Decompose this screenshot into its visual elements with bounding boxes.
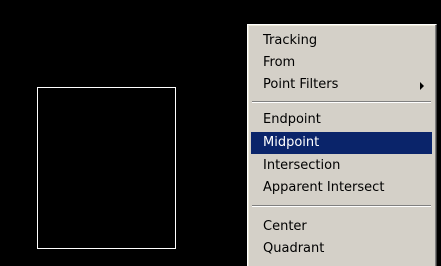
drawn-rectangle[interactable]: [37, 87, 176, 249]
menu-item-from[interactable]: From: [251, 52, 432, 74]
menu-item-apparent-intersect[interactable]: Apparent Intersect: [251, 177, 432, 199]
menu-item-point-filters[interactable]: Point Filters: [251, 74, 432, 96]
menu-item-intersection[interactable]: Intersection: [251, 155, 432, 177]
menu-item-midpoint[interactable]: Midpoint: [251, 132, 432, 154]
menu-item-tracking[interactable]: Tracking: [251, 30, 432, 52]
menu-separator: [252, 101, 431, 103]
submenu-arrow-icon: [420, 82, 424, 90]
osnap-context-menu: Tracking From Point Filters Endpoint Mid…: [247, 24, 437, 266]
menu-item-quadrant[interactable]: Quadrant: [251, 238, 432, 260]
menu-separator: [252, 205, 431, 207]
menu-item-label: Point Filters: [263, 77, 339, 92]
menu-item-center[interactable]: Center: [251, 216, 432, 238]
drawing-canvas[interactable]: Tracking From Point Filters Endpoint Mid…: [0, 0, 441, 266]
menu-item-endpoint[interactable]: Endpoint: [251, 109, 432, 131]
